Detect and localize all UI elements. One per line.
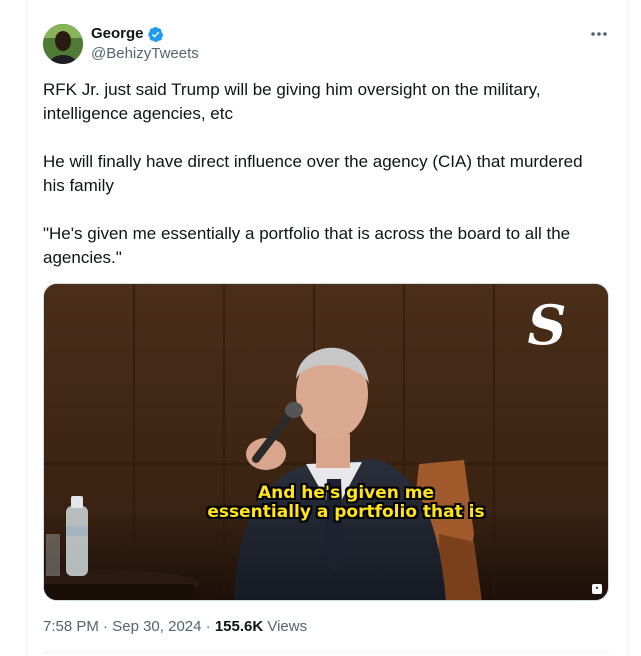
tweet-date[interactable]: Sep 30, 2024 — [112, 618, 201, 635]
tweet-paragraph: "He's given me essentially a portfolio t… — [43, 224, 575, 267]
author-name-text[interactable]: George — [91, 25, 144, 43]
watermark-logo: S — [528, 293, 567, 357]
more-options-icon[interactable] — [588, 24, 610, 44]
author-name[interactable]: George — [91, 25, 164, 43]
video-badge-icon: ▪ — [592, 584, 602, 594]
video-player[interactable]: S And he's given me essentially a portfo… — [43, 283, 609, 601]
divider — [43, 652, 609, 653]
tweet-paragraph: RFK Jr. just said Trump will be giving h… — [43, 80, 546, 123]
meta-separator: · — [98, 618, 113, 635]
tweet-meta: 7:58 PM · Sep 30, 2024 · 155.6K Views — [43, 617, 307, 637]
avatar[interactable] — [43, 24, 83, 64]
verified-badge-icon[interactable] — [147, 26, 164, 43]
tweet-paragraph: He will finally have direct influence ov… — [43, 152, 588, 195]
avatar-image — [43, 24, 83, 64]
author-handle[interactable]: @BehizyTweets — [91, 45, 199, 63]
views-count[interactable]: 155.6K — [215, 618, 263, 635]
tweet-text: RFK Jr. just said Trump will be giving h… — [43, 78, 603, 294]
video-frame: S — [44, 284, 608, 600]
meta-separator: · — [201, 618, 215, 635]
views-label: Views — [263, 618, 308, 635]
tweet-time[interactable]: 7:58 PM — [43, 618, 99, 635]
